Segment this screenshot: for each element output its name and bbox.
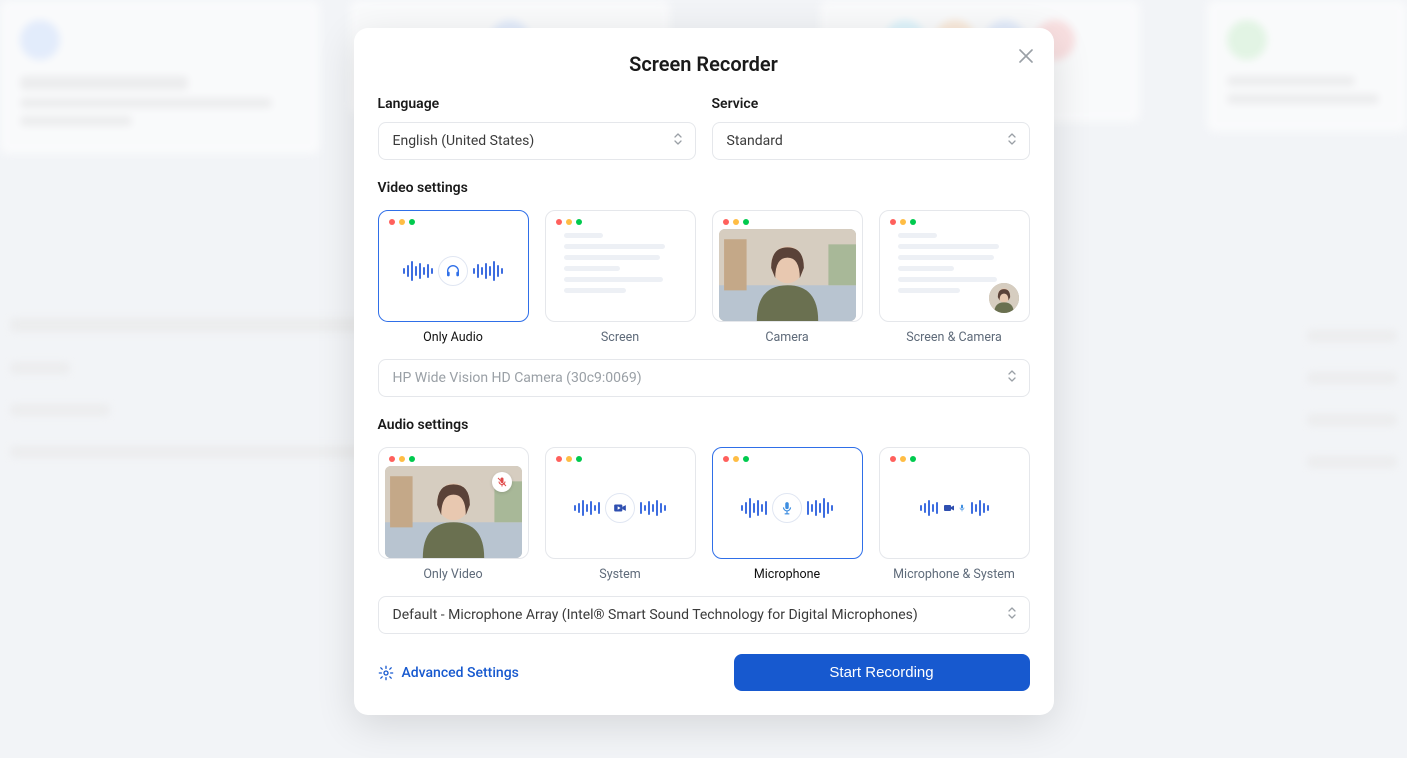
chevron-updown-icon (1007, 369, 1017, 387)
video-option-screen-camera[interactable]: Screen & Camera (879, 210, 1030, 345)
video-settings-label: Video settings (378, 180, 1030, 196)
service-select[interactable]: Standard (712, 122, 1030, 160)
option-label: Microphone & System (893, 567, 1015, 582)
video-option-camera[interactable]: Camera (712, 210, 863, 345)
mic-and-system-icon (943, 502, 966, 514)
option-label: Camera (765, 330, 808, 345)
document-lines-icon (554, 229, 687, 293)
waveform-icon (920, 500, 938, 516)
camera-preview (385, 466, 522, 558)
start-recording-button[interactable]: Start Recording (734, 654, 1030, 691)
chevron-updown-icon (1007, 606, 1017, 624)
video-option-only-audio[interactable]: Only Audio (378, 210, 529, 345)
option-label: Only Video (423, 567, 482, 582)
service-label: Service (712, 96, 1030, 112)
audio-option-system[interactable]: System (545, 447, 696, 582)
modal-title: Screen Recorder (378, 52, 1030, 76)
microphone-icon (772, 493, 802, 523)
advanced-settings-label: Advanced Settings (402, 665, 519, 681)
window-traffic-lights (880, 448, 1029, 466)
window-traffic-lights (713, 448, 862, 466)
option-label: Screen & Camera (906, 330, 1002, 345)
microphone-device-value: Default - Microphone Array (Intel® Smart… (393, 607, 918, 623)
service-value: Standard (727, 133, 783, 149)
video-option-screen[interactable]: Screen (545, 210, 696, 345)
modal-overlay: Screen Recorder Language English (United… (0, 0, 1407, 758)
headphones-icon (438, 256, 468, 286)
chevron-updown-icon (673, 132, 683, 150)
close-button[interactable] (1014, 44, 1038, 68)
language-select[interactable]: English (United States) (378, 122, 696, 160)
chevron-updown-icon (1007, 132, 1017, 150)
window-traffic-lights (379, 448, 528, 466)
microphone-device-select[interactable]: Default - Microphone Array (Intel® Smart… (378, 596, 1030, 634)
window-traffic-lights (880, 211, 1029, 229)
video-options: Only Audio Screen (378, 210, 1030, 345)
mic-muted-icon (492, 472, 512, 492)
language-label: Language (378, 96, 696, 112)
screen-recorder-modal: Screen Recorder Language English (United… (354, 28, 1054, 715)
audio-options: Only Video (378, 447, 1030, 582)
audio-option-mic-system[interactable]: Microphone & System (879, 447, 1030, 582)
advanced-settings-link[interactable]: Advanced Settings (378, 665, 519, 681)
close-icon (1019, 49, 1033, 63)
audio-option-only-video[interactable]: Only Video (378, 447, 529, 582)
video-camera-icon (605, 493, 635, 523)
window-traffic-lights (546, 211, 695, 229)
camera-preview (719, 229, 856, 321)
audio-option-microphone[interactable]: Microphone (712, 447, 863, 582)
waveform-icon (807, 498, 833, 518)
option-label: Only Audio (423, 330, 483, 345)
waveform-icon (741, 498, 767, 518)
language-value: English (United States) (393, 133, 535, 149)
camera-device-select[interactable]: HP Wide Vision HD Camera (30c9:0069) (378, 359, 1030, 397)
waveform-icon (574, 500, 600, 516)
camera-pip (987, 281, 1021, 315)
waveform-icon (971, 500, 989, 516)
camera-device-value: HP Wide Vision HD Camera (30c9:0069) (393, 370, 642, 386)
option-label: Microphone (754, 567, 820, 582)
gear-icon (378, 665, 394, 681)
window-traffic-lights (713, 211, 862, 229)
window-traffic-lights (379, 211, 528, 229)
option-label: Screen (601, 330, 639, 345)
window-traffic-lights (546, 448, 695, 466)
option-label: System (599, 567, 640, 582)
waveform-icon (640, 500, 666, 516)
audio-settings-label: Audio settings (378, 417, 1030, 433)
waveform-icon (473, 261, 503, 281)
waveform-icon (403, 261, 433, 281)
